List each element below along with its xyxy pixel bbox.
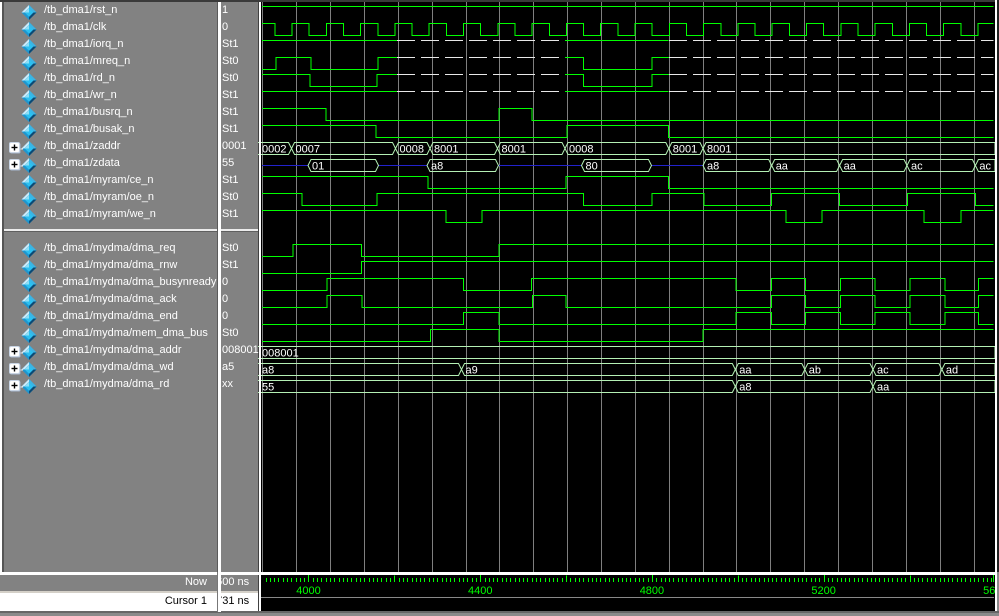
- svg-text:a8: a8: [707, 161, 719, 173]
- svg-text:80: 80: [586, 161, 598, 173]
- svg-text:0008: 0008: [400, 144, 424, 156]
- svg-text:a9: a9: [466, 365, 478, 377]
- svg-text:aa: aa: [739, 365, 752, 377]
- svg-text:55: 55: [262, 382, 274, 394]
- svg-text:0002: 0002: [262, 144, 286, 156]
- svg-text:aa: aa: [877, 382, 890, 394]
- svg-text:ac: ac: [877, 365, 889, 377]
- svg-text:aa: aa: [776, 161, 789, 173]
- svg-text:0008: 0008: [569, 144, 593, 156]
- svg-text:a8: a8: [739, 382, 751, 394]
- svg-text:4800: 4800: [640, 585, 664, 597]
- svg-text:ac: ac: [911, 161, 923, 173]
- svg-text:a8: a8: [431, 161, 443, 173]
- svg-text:8001: 8001: [434, 144, 458, 156]
- svg-text:4400: 4400: [468, 585, 492, 597]
- svg-text:a8: a8: [262, 365, 274, 377]
- svg-text:008001: 008001: [262, 348, 299, 360]
- svg-text:5200: 5200: [811, 585, 835, 597]
- svg-text:8001: 8001: [707, 144, 731, 156]
- svg-text:0007: 0007: [296, 144, 320, 156]
- svg-text:ad: ad: [946, 365, 958, 377]
- svg-text:aa: aa: [844, 161, 857, 173]
- svg-text:ac: ac: [979, 161, 991, 173]
- svg-text:8001: 8001: [502, 144, 526, 156]
- svg-text:01: 01: [312, 161, 324, 173]
- svg-text:4000: 4000: [296, 585, 320, 597]
- svg-text:8001: 8001: [673, 144, 697, 156]
- svg-text:ab: ab: [809, 365, 821, 377]
